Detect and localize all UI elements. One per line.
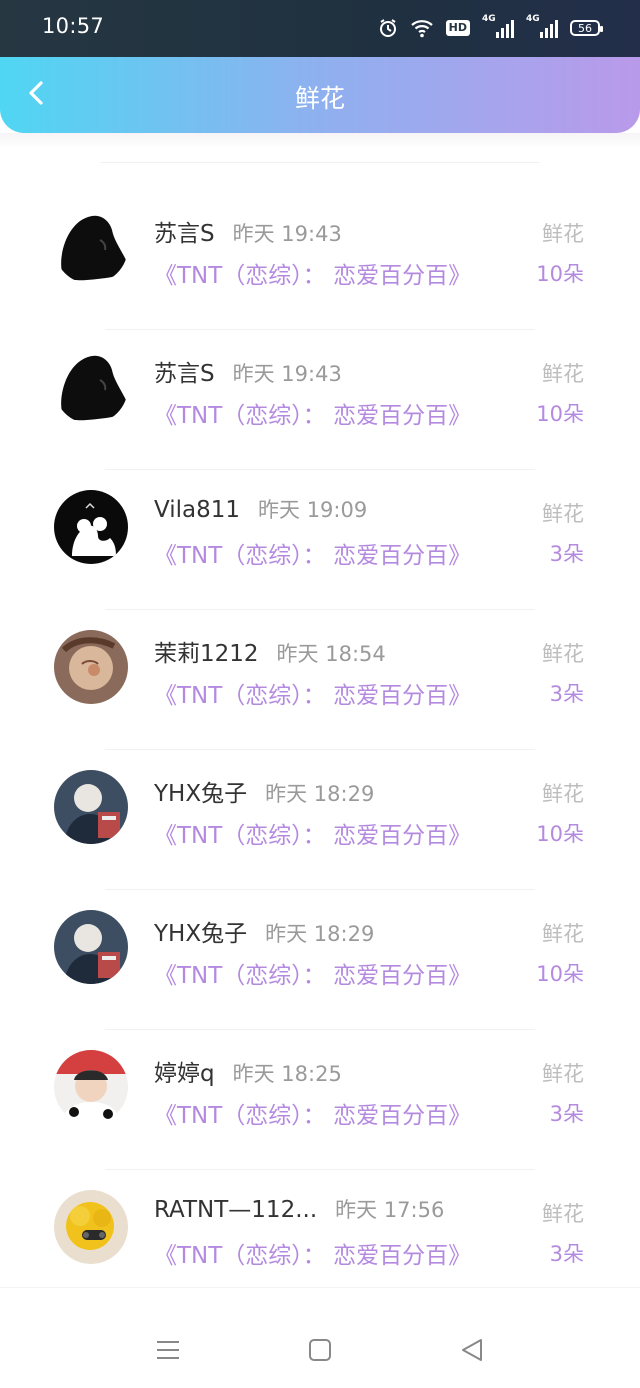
- signal-icon: 4G: [526, 14, 558, 38]
- page-title: 鲜花: [294, 84, 345, 113]
- list-item[interactable]: 婷婷q 昨天 18:25 《TNT（恋综）： 恋爱百分百》 鲜花 3朵: [0, 1030, 640, 1170]
- gift-label: 鲜花: [542, 782, 584, 806]
- avatar[interactable]: [54, 210, 128, 284]
- show-title: 《TNT（恋综）： 恋爱百分百》: [154, 1103, 472, 1129]
- avatar[interactable]: [54, 490, 128, 564]
- header-shadow: [0, 133, 640, 149]
- timestamp: 昨天 17:56: [335, 1198, 445, 1222]
- gift-label: 鲜花: [542, 1062, 584, 1086]
- gift-label: 鲜花: [542, 642, 584, 666]
- status-time: 10:57: [42, 14, 105, 38]
- show-title: 《TNT（恋综）： 恋爱百分百》: [154, 1243, 472, 1269]
- timestamp: 昨天 18:54: [276, 642, 386, 666]
- timestamp: 昨天 19:09: [258, 498, 368, 522]
- show-title: 《TNT（恋综）： 恋爱百分百》: [154, 683, 472, 709]
- name-line: Vila811 昨天 19:09: [154, 494, 367, 524]
- avatar[interactable]: [54, 770, 128, 844]
- user-name: 婷婷q: [154, 1061, 215, 1087]
- show-title: 《TNT（恋综）： 恋爱百分百》: [154, 823, 472, 849]
- avatar[interactable]: [54, 630, 128, 704]
- name-line: 苏言S 昨天 19:43: [154, 354, 342, 388]
- list-item[interactable]: YHX兔子 昨天 18:29 《TNT（恋综）： 恋爱百分百》 鲜花 10朵: [0, 890, 640, 1030]
- name-line: 茉莉1212 昨天 18:54: [154, 634, 386, 668]
- gift-count: 10朵: [536, 262, 584, 286]
- battery-icon: 56: [570, 20, 603, 36]
- list-item[interactable]: 苏言S 昨天 19:43 《TNT（恋综）： 恋爱百分百》 鲜花 10朵: [0, 190, 640, 330]
- show-title: 《TNT（恋综）： 恋爱百分百》: [154, 543, 472, 569]
- page-header: 鲜花: [0, 57, 640, 133]
- avatar[interactable]: [54, 350, 128, 424]
- user-name: RATNT—112...: [154, 1197, 318, 1223]
- gift-label: 鲜花: [542, 1202, 584, 1226]
- gift-label: 鲜花: [542, 922, 584, 946]
- gift-count: 10朵: [536, 962, 584, 986]
- user-name: 苏言S: [154, 361, 215, 387]
- user-name: 苏言S: [154, 221, 215, 247]
- show-title: 《TNT（恋综）： 恋爱百分百》: [154, 963, 472, 989]
- gift-count: 10朵: [536, 402, 584, 426]
- name-line: 婷婷q 昨天 18:25: [154, 1054, 342, 1088]
- gift-label: 鲜花: [542, 222, 584, 246]
- wifi-icon: [410, 18, 434, 38]
- timestamp: 昨天 18:29: [265, 782, 375, 806]
- avatar[interactable]: [54, 1050, 128, 1124]
- list-item[interactable]: YHX兔子 昨天 18:29 《TNT（恋综）： 恋爱百分百》 鲜花 10朵: [0, 750, 640, 890]
- avatar[interactable]: [54, 910, 128, 984]
- name-line: RATNT—112... 昨天 17:56: [154, 1194, 444, 1224]
- avatar[interactable]: [54, 1190, 128, 1264]
- alarm-icon: [378, 18, 398, 38]
- gift-count: 10朵: [536, 822, 584, 846]
- name-line: 苏言S 昨天 19:43: [154, 214, 342, 248]
- user-name: YHX兔子: [154, 921, 248, 947]
- system-nav-bar: [0, 1287, 640, 1388]
- gift-label: 鲜花: [542, 362, 584, 386]
- user-name: YHX兔子: [154, 781, 248, 807]
- show-title: 《TNT（恋综）： 恋爱百分百》: [154, 263, 472, 289]
- hd-icon: HD: [445, 20, 470, 36]
- user-name: 茉莉1212: [154, 641, 259, 667]
- list-item[interactable]: 茉莉1212 昨天 18:54 《TNT（恋综）： 恋爱百分百》 鲜花 3朵: [0, 610, 640, 750]
- home-icon[interactable]: [306, 1336, 334, 1364]
- signal-icon: 4G: [482, 14, 514, 38]
- gift-count: 3朵: [549, 1102, 584, 1126]
- list-item[interactable]: Vila811 昨天 19:09 《TNT（恋综）： 恋爱百分百》 鲜花 3朵: [0, 470, 640, 610]
- timestamp: 昨天 18:29: [265, 922, 375, 946]
- back-triangle-icon[interactable]: [458, 1336, 486, 1364]
- timestamp: 昨天 19:43: [232, 362, 342, 386]
- user-name: Vila811: [154, 497, 241, 523]
- timestamp: 昨天 19:43: [232, 222, 342, 246]
- name-line: YHX兔子 昨天 18:29: [154, 774, 374, 808]
- gift-count: 3朵: [549, 542, 584, 566]
- list-item[interactable]: 苏言S 昨天 19:43 《TNT（恋综）： 恋爱百分百》 鲜花 10朵: [0, 330, 640, 470]
- gift-count: 3朵: [549, 682, 584, 706]
- status-icons: HD 4G 4G 56: [378, 14, 603, 41]
- gift-count: 3朵: [549, 1242, 584, 1266]
- name-line: YHX兔子 昨天 18:29: [154, 914, 374, 948]
- divider: [100, 162, 540, 163]
- menu-icon[interactable]: [154, 1336, 182, 1364]
- gift-label: 鲜花: [542, 502, 584, 526]
- show-title: 《TNT（恋综）： 恋爱百分百》: [154, 403, 472, 429]
- timestamp: 昨天 18:25: [232, 1062, 342, 1086]
- status-bar: 10:57 HD 4G 4G 56: [0, 0, 640, 57]
